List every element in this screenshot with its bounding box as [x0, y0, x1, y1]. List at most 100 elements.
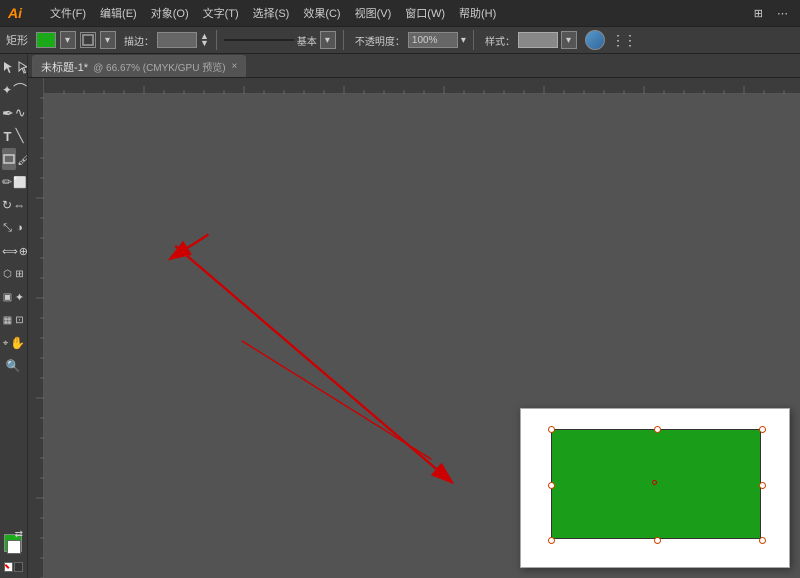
slice-tool[interactable]: ⌖: [2, 332, 9, 354]
eraser-tool2[interactable]: ⬜: [13, 171, 27, 193]
handle-right-center[interactable]: [759, 482, 766, 489]
line-segment-tool[interactable]: ╲: [14, 125, 25, 147]
rotate-tool[interactable]: ↻: [2, 194, 12, 216]
menu-window[interactable]: 窗口(W): [399, 3, 451, 23]
type-tool[interactable]: T: [2, 125, 13, 147]
menu-help[interactable]: 帮助(H): [453, 3, 502, 23]
tab-bar: 未标题-1* @ 66.67% (CMYK/GPU 预览) ×: [28, 54, 800, 78]
canvas-content: [44, 94, 800, 578]
fill-dropdown[interactable]: ▾: [60, 31, 76, 49]
tool-row-1: [2, 56, 25, 78]
perspective-grid-tool[interactable]: ⬡: [2, 263, 13, 285]
shape-builder-tool[interactable]: ⊕: [19, 240, 28, 262]
zoom-tool[interactable]: 🔍: [2, 355, 24, 377]
separator-3: [473, 30, 474, 50]
swap-colors-icon[interactable]: ⇄: [15, 529, 23, 540]
tool-row-8: ⤡ ◑: [2, 217, 25, 239]
black-color[interactable]: [14, 562, 23, 572]
canvas-area[interactable]: [28, 78, 800, 578]
panel-toggle-icon[interactable]: ⊞: [750, 5, 767, 22]
magic-wand-tool[interactable]: ✦: [2, 79, 12, 101]
line-style-label: 基本: [297, 33, 317, 48]
warp-tool[interactable]: ◑: [14, 217, 25, 239]
tool-row-12: ▦ ⊡: [2, 309, 25, 331]
foreground-color[interactable]: ⇄: [4, 534, 22, 552]
more-tools-icon[interactable]: ⋮⋮: [611, 32, 635, 49]
none-color[interactable]: [4, 562, 13, 572]
style-dropdown[interactable]: ▾: [561, 31, 577, 49]
handle-top-left[interactable]: [548, 426, 555, 433]
tab-title: 未标题-1* @ 66.67% (CMYK/GPU 预览): [41, 59, 226, 75]
stroke-section: 描边： ▲▼: [124, 32, 209, 48]
direct-select-tool[interactable]: [17, 56, 28, 78]
artboard-tool[interactable]: ⊡: [14, 309, 25, 331]
brush-tool[interactable]: 🖌: [17, 148, 28, 170]
opacity-arrow[interactable]: ▾: [461, 35, 466, 46]
menu-text[interactable]: 文字(T): [197, 3, 245, 23]
fill-color-swatch[interactable]: [36, 32, 56, 48]
tab-subtitle-text: @ 66.67% (CMYK/GPU 预览): [93, 63, 225, 74]
handle-bottom-left[interactable]: [548, 537, 555, 544]
menu-select[interactable]: 选择(S): [247, 3, 296, 23]
tools-panel: ✦ ⌒ ✒ ∿ T ╲ 🖌 ✏ ⬜ ↻ ⇔: [0, 54, 28, 578]
current-tool-label: 矩形: [6, 32, 28, 48]
menu-view[interactable]: 视图(V): [349, 3, 398, 23]
pencil-tool[interactable]: ✏: [2, 171, 12, 193]
handle-left-center[interactable]: [548, 482, 555, 489]
center-handle: [652, 480, 657, 485]
line-style-dropdown[interactable]: ▾: [320, 31, 336, 49]
mesh-tool[interactable]: ⊞: [14, 263, 25, 285]
stroke-color-swatch[interactable]: [80, 32, 96, 48]
menu-edit[interactable]: 编辑(E): [94, 3, 143, 23]
tab-close-button[interactable]: ×: [232, 61, 238, 72]
menu-object[interactable]: 对象(O): [145, 3, 195, 23]
stroke-label: 描边：: [124, 33, 154, 48]
zoomed-inset-panel: [520, 408, 790, 568]
style-section: 样式： ▾: [485, 31, 577, 49]
separator-1: [216, 30, 217, 50]
menu-file[interactable]: 文件(F): [44, 3, 92, 23]
handle-bottom-right[interactable]: [759, 537, 766, 544]
more-options-icon[interactable]: ⋯: [773, 5, 792, 22]
scale-tool[interactable]: ⤡: [2, 217, 13, 239]
width-tool[interactable]: ⟺: [2, 240, 18, 262]
tool-row-7: ↻ ⇔: [2, 194, 25, 216]
opacity-label: 不透明度：: [355, 33, 405, 48]
below-color-row: [4, 562, 23, 572]
select-tool[interactable]: [2, 56, 16, 78]
line-style-arrow: ▾: [325, 35, 330, 46]
reflect-tool[interactable]: ⇔: [13, 194, 25, 216]
hand-tool[interactable]: ✋: [10, 332, 25, 354]
stroke-input[interactable]: [157, 32, 197, 48]
main-area: ✦ ⌒ ✒ ∿ T ╲ 🖌 ✏ ⬜ ↻ ⇔: [0, 54, 800, 578]
lasso-tool[interactable]: ⌒: [13, 79, 27, 101]
stroke-dropdown-arrow: ▾: [105, 35, 110, 46]
tool-row-11: ▣ ✦: [2, 286, 25, 308]
eyedropper-tool[interactable]: ✦: [14, 286, 25, 308]
tab-title-text: 未标题-1*: [41, 62, 88, 74]
tool-row-13: ⌖ ✋: [2, 332, 25, 354]
curvature-tool[interactable]: ∿: [15, 102, 26, 124]
global-icon[interactable]: [585, 30, 605, 50]
color-container: ⇄: [4, 534, 26, 558]
line-style-section: 基本 ▾: [224, 31, 336, 49]
gradient-tool[interactable]: ▣: [2, 286, 13, 308]
bar-graph-tool[interactable]: ▦: [2, 309, 13, 331]
stroke-stepper[interactable]: ▲▼: [200, 33, 209, 47]
title-bar: Ai 文件(F) 编辑(E) 对象(O) 文字(T) 选择(S) 效果(C) 视…: [0, 0, 800, 26]
color-swatches-area: ⇄: [2, 530, 25, 576]
menu-effect[interactable]: 效果(C): [297, 3, 346, 23]
title-right-controls: ⊞ ⋯: [750, 5, 792, 22]
handle-top-right[interactable]: [759, 426, 766, 433]
fill-dropdown-arrow: ▾: [65, 35, 70, 46]
pen-tool[interactable]: ✒: [2, 102, 14, 124]
background-color[interactable]: [7, 540, 21, 554]
rect-tool[interactable]: [2, 148, 16, 170]
stroke-dropdown[interactable]: ▾: [100, 31, 116, 49]
opacity-input[interactable]: 100%: [408, 32, 458, 48]
document-tab[interactable]: 未标题-1* @ 66.67% (CMYK/GPU 预览) ×: [32, 55, 246, 77]
handle-top-center[interactable]: [654, 426, 661, 433]
tool-row-6: ✏ ⬜: [2, 171, 25, 193]
handle-bottom-center[interactable]: [654, 537, 661, 544]
style-box[interactable]: [518, 32, 558, 48]
